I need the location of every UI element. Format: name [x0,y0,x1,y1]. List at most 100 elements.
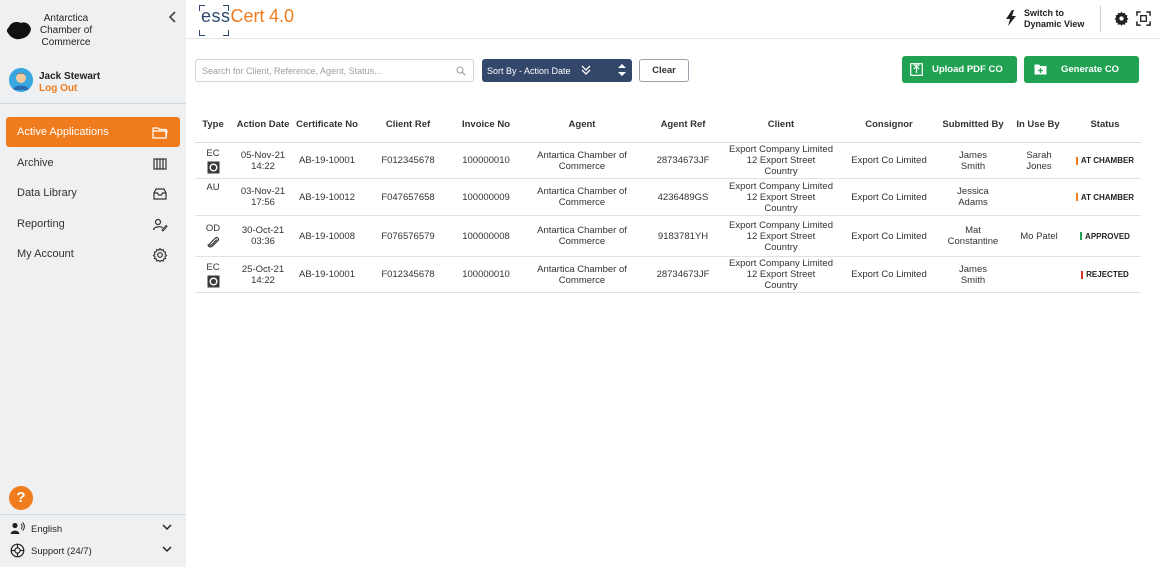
cell-submitted-by: Mat Constantine [947,225,999,247]
header-divider [1100,6,1101,32]
col-agent[interactable]: Agent [523,105,641,143]
col-status[interactable]: Status [1069,105,1141,143]
cell-client-ref: F012345678 [381,269,435,280]
clear-button[interactable]: Clear [639,59,689,82]
upload-pdf-co-button[interactable]: Upload PDF CO [902,56,1017,83]
settings-gear-icon[interactable] [1114,11,1129,26]
upload-label: Upload PDF CO [932,64,1003,75]
cell-in-use-by [1013,257,1065,292]
table-row[interactable]: OD 30-Oct-21 03:36 AB-19-10008 F076576579… [195,216,1141,257]
cell-agent: Antartica Chamber of Commerce [537,263,627,286]
cell-agent-ref: 28734673JF [656,269,710,280]
switch-line-1: Switch to [1024,8,1064,18]
cell-agent-ref: 4236489GS [657,191,709,203]
sidebar-item-reporting[interactable]: Reporting [6,209,180,239]
cell-invoice-no: 100000009 [462,191,510,203]
cell-consignor: Export Co Limited [851,269,927,280]
sidebar-item-archive[interactable]: Archive [6,148,180,178]
switch-line-2: Dynamic View [1024,19,1085,29]
folder-icon [152,127,168,139]
cell-certificate-no: AB-19-10012 [299,191,355,203]
time: 17:56 [251,197,275,208]
language-label: English [31,524,63,535]
cell-action-date: 25-Oct-21 14:22 [235,257,291,292]
cell-in-use-by [1013,179,1065,215]
status-bar [1080,232,1083,240]
status-badge: AT CHAMBER [1075,155,1135,166]
col-in-use-by[interactable]: In Use By [1007,105,1069,143]
collapse-sidebar-icon[interactable] [166,10,180,24]
col-invoice-no[interactable]: Invoice No [449,105,523,143]
cell-certificate-no: AB-19-10001 [299,269,355,280]
sidebar-item-label: Active Applications [17,126,109,138]
gear-icon [152,247,168,263]
client-line: 12 Export Street [746,155,816,166]
cell-consignor: Export Co Limited [851,155,927,166]
col-submitted-by[interactable]: Submitted By [941,105,1005,143]
col-client-ref[interactable]: Client Ref [367,105,449,143]
inbox-icon [153,188,167,200]
fullscreen-icon[interactable] [1136,11,1151,26]
cell-agent-ref: 28734673JF [656,155,710,166]
status-text: AT CHAMBER [1080,192,1135,202]
cell-certificate-no: AB-19-10008 [299,230,355,242]
sidebar-item-data-library[interactable]: Data Library [6,178,180,208]
col-agent-ref[interactable]: Agent Ref [641,105,725,143]
antarctica-logo-icon [6,22,31,40]
client-line: Export Company Limited [728,219,834,231]
date: 30-Oct-21 [241,225,285,236]
help-button[interactable]: ? [9,486,33,510]
col-type[interactable]: Type [195,105,231,143]
cell-client-ref: F012345678 [381,155,435,166]
search-icon[interactable] [456,66,466,76]
table-row[interactable]: AU 03-Nov-21 17:56 AB-19-10012 F047657658… [195,179,1141,216]
cell-client: Export Company Limited 12 Export Street Co… [725,143,837,178]
type-code: OD [205,223,221,234]
cell-submitted-by: James Smith [959,263,987,286]
cell-action-date: 03-Nov-21 17:56 [235,179,291,215]
org-name: Antarctica Chamber of Commerce [39,13,93,48]
cell-agent-ref: 9183781YH [657,230,709,242]
cell-agent: Antartica Chamber of Commerce [537,149,627,172]
user-name: Jack Stewart [39,71,101,82]
sort-dropdown[interactable]: Sort By - Action Date [482,59,632,82]
table-row[interactable]: EC 05-Nov-21 14:22 AB-19-10001 F012345678… [195,143,1141,179]
support-selector[interactable]: Support (24/7) [10,543,176,559]
search-input[interactable] [202,63,452,79]
user-profile: Jack Stewart Log Out [9,68,179,94]
double-chevron-down-icon [581,65,591,75]
cell-submitted-by: Jessica Adams [957,186,989,208]
sidebar-item-label: Reporting [17,217,65,230]
sidebar-nav: Active Applications Archive Data Library… [6,117,180,270]
cell-type: OD [195,216,231,256]
brand-logo[interactable]: essCert 4.0 [199,5,294,36]
sidebar-item-active-applications[interactable]: Active Applications [6,117,180,147]
brand-corner [223,5,229,11]
table-row[interactable]: EC 25-Oct-21 14:22 AB-19-10001 F012345678… [195,257,1141,293]
col-consignor[interactable]: Consignor [837,105,941,143]
archive-icon [153,157,167,170]
date: 03-Nov-21 [240,186,286,197]
generate-co-button[interactable]: Generate CO [1024,56,1139,83]
col-client[interactable]: Client [725,105,837,143]
cell-status: AT CHAMBER [1069,179,1141,215]
status-text: AT CHAMBER [1080,156,1135,165]
client-line: Export Company Limited [728,258,834,269]
logout-link[interactable]: Log Out [39,83,77,94]
avatar [9,68,33,92]
cell-client: Export Company Limited 12 Export Street Co… [725,216,837,256]
cell-client-ref: F076576579 [381,230,435,242]
divider [0,514,186,515]
sort-order-icon[interactable] [617,62,627,78]
seal-icon [207,275,219,287]
col-certificate-no[interactable]: Certificate No [291,105,363,143]
sidebar-item-label: My Account [17,248,74,260]
date: 05-Nov-21 [240,149,286,161]
col-action-date[interactable]: Action Date [235,105,291,143]
language-selector[interactable]: English [10,521,176,537]
cell-invoice-no: 100000010 [462,269,510,280]
sidebar-item-my-account[interactable]: My Account [6,239,180,269]
support-lifebuoy-icon [10,543,25,558]
switch-dynamic-view-button[interactable]: Switch to Dynamic View [1004,8,1094,30]
cell-in-use-by: Sarah Jones [1026,149,1052,172]
